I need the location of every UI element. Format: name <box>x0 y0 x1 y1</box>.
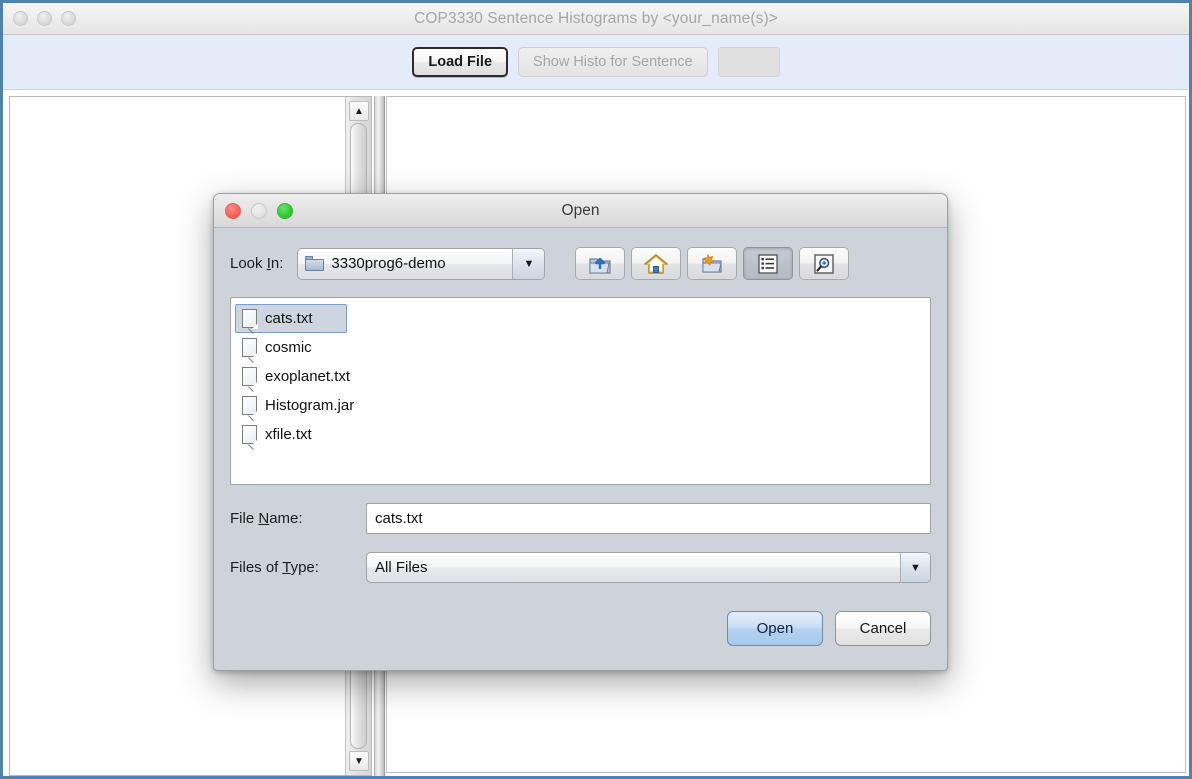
scroll-down-arrow-icon[interactable]: ▼ <box>349 751 369 771</box>
file-icon <box>242 367 258 392</box>
toolbar-spacer-box <box>717 47 780 77</box>
list-item[interactable]: Histogram.jar <box>235 391 354 421</box>
dialog-action-buttons: Open Cancel <box>230 611 931 646</box>
details-view-icon <box>814 253 835 274</box>
open-file-dialog: Open Look In: 3330prog6-demo ▼ cats.txt … <box>213 193 948 671</box>
file-name-input[interactable]: cats.txt <box>366 503 931 534</box>
dialog-titlebar: Open <box>214 194 947 228</box>
application-window: COP3330 Sentence Histograms by <your_nam… <box>0 0 1192 779</box>
look-in-value: 3330prog6-demo <box>331 255 446 272</box>
look-in-combobox[interactable]: 3330prog6-demo ▼ <box>297 247 546 280</box>
file-name-label: cosmic <box>265 339 312 356</box>
up-folder-icon <box>589 257 611 274</box>
look-in-row: Look In: 3330prog6-demo ▼ <box>230 247 931 280</box>
scroll-up-arrow-icon[interactable]: ▲ <box>349 101 369 121</box>
window-title: COP3330 Sentence Histograms by <your_nam… <box>414 10 778 27</box>
chevron-down-icon[interactable]: ▼ <box>900 553 930 582</box>
list-view-icon <box>758 253 779 274</box>
load-file-button[interactable]: Load File <box>412 47 509 77</box>
chevron-down-icon[interactable]: ▼ <box>512 248 545 279</box>
file-name-label: exoplanet.txt <box>265 368 351 385</box>
list-item[interactable]: xfile.txt <box>235 420 347 450</box>
file-name-row: File Name: cats.txt <box>230 503 931 534</box>
dialog-body: Look In: 3330prog6-demo ▼ cats.txt cosmi… <box>214 247 947 670</box>
show-histo-for-sentence-button[interactable]: Show Histo for Sentence <box>518 47 708 77</box>
window-titlebar: COP3330 Sentence Histograms by <your_nam… <box>3 3 1189 35</box>
files-of-type-label-static: Files of Type: <box>230 559 319 576</box>
file-icon <box>242 309 258 334</box>
list-item[interactable]: cats.txt <box>235 304 347 334</box>
details-view-button[interactable] <box>799 247 850 280</box>
home-button[interactable] <box>631 247 682 280</box>
file-list[interactable]: cats.txt cosmic exoplanet.txt Histogram.… <box>230 297 931 485</box>
file-icon <box>242 396 258 421</box>
up-folder-button[interactable] <box>575 247 626 280</box>
file-name-label: xfile.txt <box>265 426 312 443</box>
file-icon <box>242 425 258 450</box>
file-name-label-static: File Name: <box>230 510 303 527</box>
new-folder-icon <box>702 253 723 273</box>
files-of-type-value: All Files <box>375 559 428 576</box>
file-name-label: cats.txt <box>265 310 313 327</box>
open-button[interactable]: Open <box>727 611 823 646</box>
files-of-type-combobox[interactable]: All Files ▼ <box>366 552 931 583</box>
home-icon <box>644 253 669 274</box>
list-item[interactable]: cosmic <box>235 333 347 363</box>
file-icon <box>242 338 258 363</box>
dialog-icon-button-group <box>569 247 850 280</box>
new-folder-button[interactable] <box>687 247 738 280</box>
look-in-label: Look In: <box>230 255 284 272</box>
files-of-type-row: Files of Type: All Files ▼ <box>230 552 931 583</box>
list-view-button[interactable] <box>743 247 794 280</box>
cancel-button[interactable]: Cancel <box>835 611 931 646</box>
list-item[interactable]: exoplanet.txt <box>235 362 351 392</box>
main-toolbar: Load File Show Histo for Sentence <box>3 35 1189 90</box>
file-name-label: Histogram.jar <box>265 397 355 414</box>
dialog-title: Open <box>561 202 600 219</box>
folder-icon <box>305 256 325 271</box>
